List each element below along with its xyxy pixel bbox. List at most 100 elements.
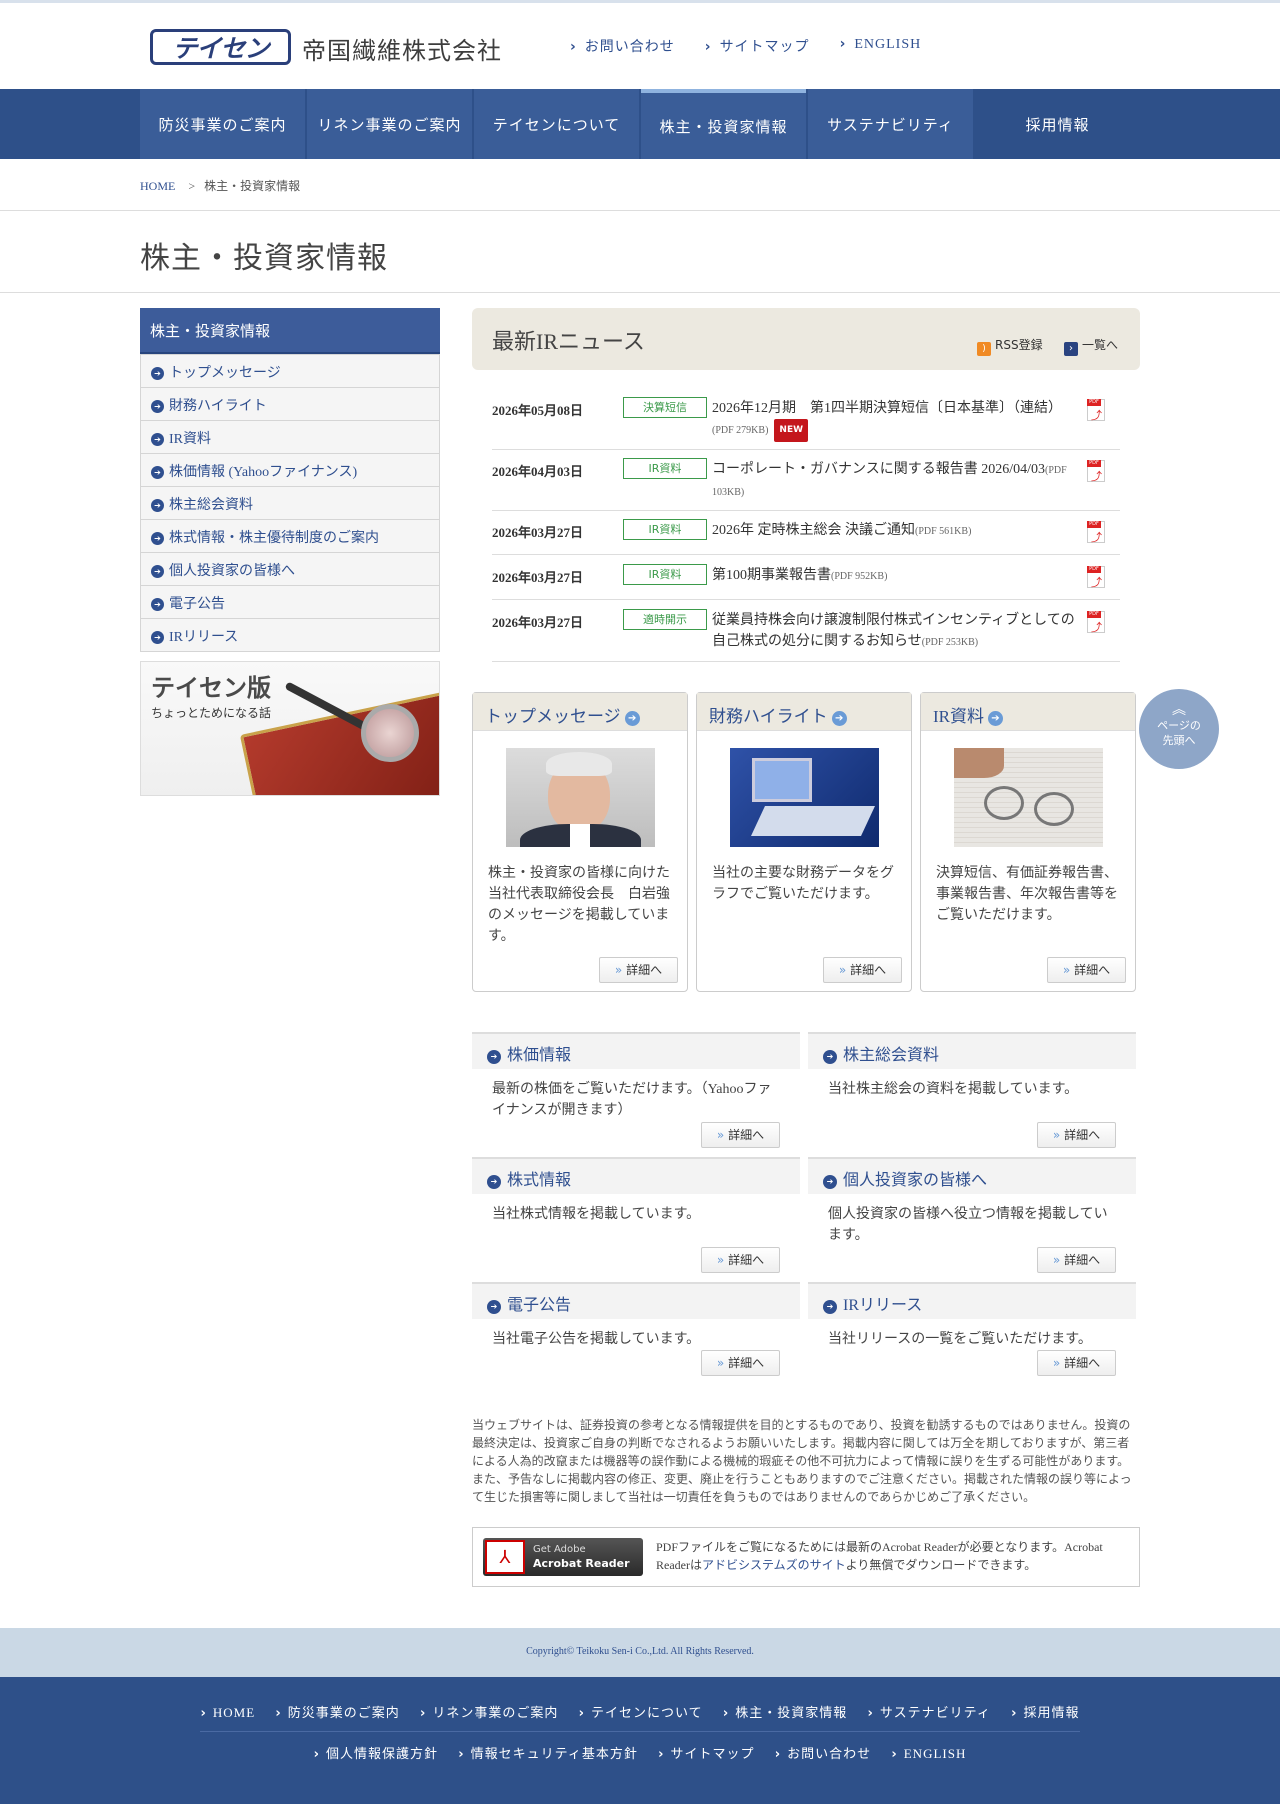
link-box-shareholders-meeting: 株主総会資料 当社株主総会の資料を掲載しています。 詳細へ	[808, 1032, 1136, 1157]
news-category-tag: 適時開示	[623, 609, 707, 630]
nav-item-recruit[interactable]: 採用情報	[975, 89, 1140, 159]
card-title-link[interactable]: IR資料 ➔	[921, 693, 1135, 731]
sidebar-item-e-notice[interactable]: 電子公告	[141, 585, 439, 618]
breadcrumb-separator: >	[188, 179, 196, 193]
acrobat-button-line1: Get Adobe	[533, 1544, 586, 1555]
nav-item-sustainability[interactable]: サステナビリティ	[808, 89, 973, 159]
news-title-link[interactable]: 2026年 定時株主総会 決議ご通知(PDF 561KB)	[712, 520, 1087, 542]
footer-link-sustainability[interactable]: サステナビリティ	[868, 1705, 991, 1720]
sidebar-menu: トップメッセージ 財務ハイライト IR資料 株価情報 (Yahooファイナンス)…	[140, 354, 440, 652]
link-box-stock-price: 株価情報 最新の株価をご覧いただけます。（Yahooファイナンスが開きます） 詳…	[472, 1032, 800, 1157]
link-box-description: 当社株主総会の資料を掲載しています。	[828, 1082, 1079, 1097]
news-category-tag: IR資料	[623, 519, 707, 540]
footer-link-ir[interactable]: 株主・投資家情報	[723, 1705, 847, 1720]
link-box-title[interactable]: 株主総会資料	[808, 1032, 1136, 1069]
news-title-text: 第100期事業報告書	[712, 568, 831, 583]
nav-item-about[interactable]: テイセンについて	[474, 89, 639, 159]
chevron-right-icon: ›	[1064, 342, 1078, 356]
footer-link-sitemap[interactable]: サイトマップ	[658, 1746, 754, 1761]
news-title-link[interactable]: 2026年12月期 第1四半期決算短信〔日本基準〕（連結） (PDF 279KB)…	[712, 398, 1087, 442]
detail-button[interactable]: 詳細へ	[701, 1350, 780, 1376]
sidebar-item-top-message[interactable]: トップメッセージ	[141, 354, 439, 387]
news-title-link[interactable]: コーポレート・ガバナンスに関する報告書 2026/04/03(PDF 103KB…	[712, 459, 1087, 503]
news-list-link[interactable]: › 一覧へ	[1064, 336, 1118, 356]
news-item: 2026年03月27日 IR資料 2026年 定時株主総会 決議ご通知(PDF …	[492, 519, 1120, 555]
nav-item-bousai[interactable]: 防災事業のご案内	[140, 89, 305, 159]
link-box-title[interactable]: IRリリース	[808, 1282, 1136, 1319]
acrobat-notice: ⅄ Get Adobe Acrobat Reader PDFファイルをご覧になる…	[472, 1527, 1140, 1587]
banner-title: テイセン版	[151, 674, 271, 702]
link-box-title[interactable]: 株式情報	[472, 1157, 800, 1194]
nav-item-linen[interactable]: リネン事業のご案内	[307, 89, 472, 159]
footer-link-english[interactable]: ENGLISH	[891, 1746, 966, 1761]
nav-item-ir[interactable]: 株主・投資家情報	[641, 89, 806, 159]
news-title-text: 2026年12月期 第1四半期決算短信〔日本基準〕（連結）	[712, 401, 1062, 416]
global-nav: 防災事業のご案内 リネン事業のご案内 テイセンについて 株主・投資家情報 サステ…	[0, 89, 1280, 159]
news-date: 2026年04月03日	[492, 464, 584, 479]
news-title-link[interactable]: 第100期事業報告書(PDF 952KB)	[712, 565, 1087, 587]
logo-mark[interactable]: テイセン	[150, 29, 291, 65]
breadcrumb-home[interactable]: HOME	[140, 179, 175, 193]
sidebar-item-individual-investors[interactable]: 個人投資家の皆様へ	[141, 552, 439, 585]
link-box-title[interactable]: 電子公告	[472, 1282, 800, 1319]
card-description: 株主・投資家の皆様に向けた当社代表取締役会長 白岩強のメッセージを掲載しています…	[488, 866, 670, 944]
sidebar-heading[interactable]: 株主・投資家情報	[140, 308, 440, 354]
news-title-text: コーポレート・ガバナンスに関する報告書 2026/04/03	[712, 462, 1045, 477]
card-title-link[interactable]: 財務ハイライト ➔	[697, 693, 911, 731]
detail-button[interactable]: 詳細へ	[701, 1247, 780, 1273]
news-item: 2026年05月08日 決算短信 2026年12月期 第1四半期決算短信〔日本基…	[492, 397, 1120, 450]
teisen-story-banner[interactable]: テイセン版 ちょっとためになる話	[140, 661, 440, 796]
sidebar-item-financial-highlight[interactable]: 財務ハイライト	[141, 387, 439, 420]
pdf-icon[interactable]	[1087, 611, 1105, 635]
detail-button[interactable]: 詳細へ	[823, 957, 902, 983]
pdf-icon[interactable]	[1087, 521, 1105, 545]
footer-link-privacy[interactable]: 個人情報保護方針	[314, 1746, 438, 1761]
footer-link-contact[interactable]: お問い合わせ	[775, 1746, 871, 1761]
footer-link-linen[interactable]: リネン事業のご案内	[420, 1705, 558, 1720]
header-link-sitemap[interactable]: サイトマップ	[705, 36, 810, 56]
detail-button[interactable]: 詳細へ	[1037, 1122, 1116, 1148]
link-box-title[interactable]: 株価情報	[472, 1032, 800, 1069]
sidebar-item-ir-materials[interactable]: IR資料	[141, 420, 439, 453]
link-box-title[interactable]: 個人投資家の皆様へ	[808, 1157, 1136, 1194]
back-to-top-button[interactable]: ︽ ページの 先頭へ	[1139, 689, 1219, 769]
chairman-portrait-image	[506, 748, 655, 847]
chevron-up-icon: ︽	[1172, 702, 1186, 718]
news-file-size: (PDF 253KB)	[921, 637, 979, 648]
pdf-icon[interactable]	[1087, 460, 1105, 484]
sidebar-item-stock-price[interactable]: 株価情報 (Yahooファイナンス)	[141, 453, 439, 486]
detail-button[interactable]: 詳細へ	[1047, 957, 1126, 983]
detail-button[interactable]: 詳細へ	[1037, 1247, 1116, 1273]
rss-link[interactable]: ) RSS登録	[977, 336, 1043, 356]
pdf-icon[interactable]	[1087, 566, 1105, 590]
news-title-link[interactable]: 従業員持株会向け譲渡制限付株式インセンティブとしての自己株式の処分に関するお知ら…	[712, 610, 1087, 653]
pdf-icon[interactable]	[1087, 399, 1105, 423]
news-date: 2026年03月27日	[492, 525, 584, 540]
news-category-tag: IR資料	[623, 458, 707, 479]
header-link-contact[interactable]: お問い合わせ	[570, 36, 675, 56]
news-date: 2026年03月27日	[492, 570, 584, 585]
footer-link-recruit[interactable]: 採用情報	[1011, 1705, 1079, 1720]
adobe-site-link[interactable]: アドビシステムズのサイト	[702, 1558, 846, 1572]
link-box-e-notice: 電子公告 当社電子公告を掲載しています。 詳細へ	[472, 1282, 800, 1387]
get-acrobat-reader-button[interactable]: ⅄ Get Adobe Acrobat Reader	[483, 1538, 643, 1576]
sidebar-item-ir-release[interactable]: IRリリース	[141, 618, 439, 651]
footer-link-about[interactable]: テイセンについて	[579, 1705, 703, 1720]
detail-button[interactable]: 詳細へ	[1037, 1350, 1116, 1376]
news-item: 2026年04月03日 IR資料 コーポレート・ガバナンスに関する報告書 202…	[492, 458, 1120, 511]
arrow-right-icon: ➔	[988, 711, 1003, 726]
detail-button[interactable]: 詳細へ	[701, 1122, 780, 1148]
acrobat-notice-text: PDFファイルをご覧になるためには最新のAcrobat Readerが必要となり…	[656, 1538, 1126, 1574]
detail-button[interactable]: 詳細へ	[599, 957, 678, 983]
sidebar-item-shareholders-meeting[interactable]: 株主総会資料	[141, 486, 439, 519]
card-title-link[interactable]: トップメッセージ ➔	[473, 693, 687, 731]
header-link-english[interactable]: ENGLISH	[840, 36, 922, 56]
company-name[interactable]: 帝国繊維株式会社	[302, 31, 502, 66]
footer-link-bousai[interactable]: 防災事業のご案内	[275, 1705, 399, 1720]
footer-link-home[interactable]: HOME	[201, 1705, 256, 1720]
sidebar-item-stock-info[interactable]: 株式情報・株主優待制度のご案内	[141, 519, 439, 552]
footer-link-security-policy[interactable]: 情報セキュリティ基本方針	[458, 1746, 638, 1761]
news-date: 2026年05月08日	[492, 403, 584, 418]
logo-mark-text: テイセン	[172, 34, 269, 63]
news-file-size: (PDF 952KB)	[831, 571, 888, 582]
